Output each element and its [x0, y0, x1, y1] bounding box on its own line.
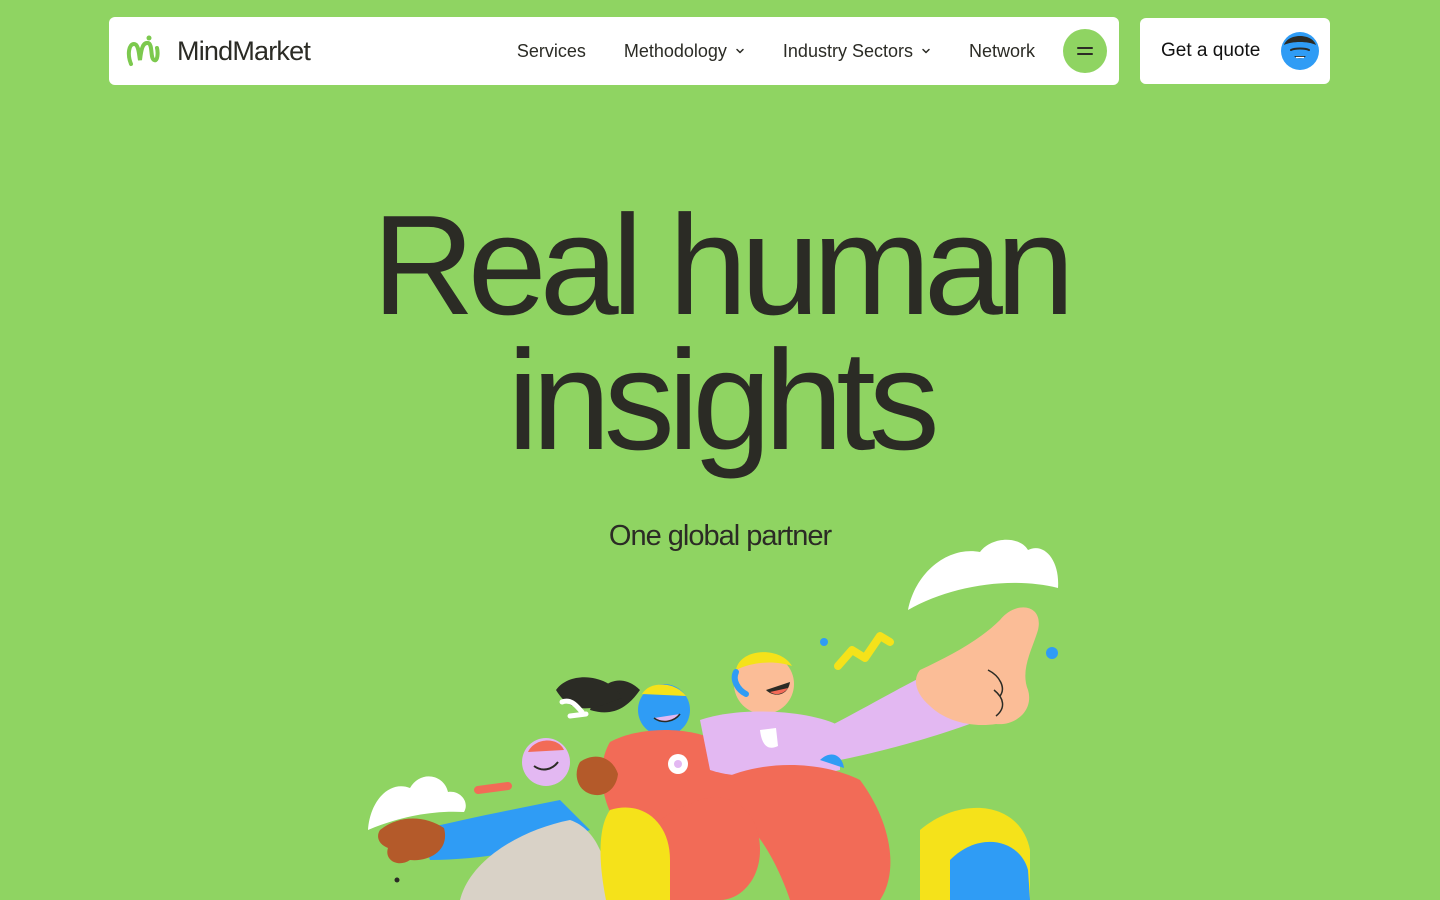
- brand-logo[interactable]: MindMarket: [125, 34, 311, 68]
- mindmarket-logo-icon: [126, 35, 160, 66]
- nav-links: Services Methodology Industry Sectors Ne…: [517, 29, 1107, 73]
- avatar-icon: [1281, 32, 1319, 70]
- hero-title: Real human insights: [0, 186, 1440, 480]
- nav-item-network[interactable]: Network: [969, 41, 1035, 62]
- nav-item-label: Industry Sectors: [782, 40, 913, 61]
- hero-title-line-1: Real human: [372, 186, 1075, 345]
- chevron-down-icon: [736, 48, 744, 54]
- nav-item-industry-sectors[interactable]: Industry Sectors: [783, 41, 931, 62]
- brand-name: MindMarket: [177, 35, 311, 66]
- hero-title-line-2: insights: [507, 321, 939, 480]
- menu-icon: [1077, 47, 1093, 55]
- nav-item-methodology[interactable]: Methodology: [624, 41, 745, 62]
- nav-item-label: Services: [516, 40, 586, 61]
- top-navigation-bar: MindMarket Services Methodology Industry…: [109, 17, 1119, 85]
- nav-item-services[interactable]: Services: [517, 41, 586, 62]
- hero-illustration-people: [368, 539, 1059, 900]
- cloud-right: [908, 539, 1059, 610]
- get-a-quote-button[interactable]: Get a quote: [1140, 18, 1330, 84]
- menu-button[interactable]: [1063, 29, 1107, 73]
- chevron-down-icon: [922, 48, 930, 54]
- nav-item-label: Network: [968, 40, 1035, 61]
- get-a-quote-label: Get a quote: [1161, 40, 1261, 61]
- nav-item-label: Methodology: [623, 40, 727, 61]
